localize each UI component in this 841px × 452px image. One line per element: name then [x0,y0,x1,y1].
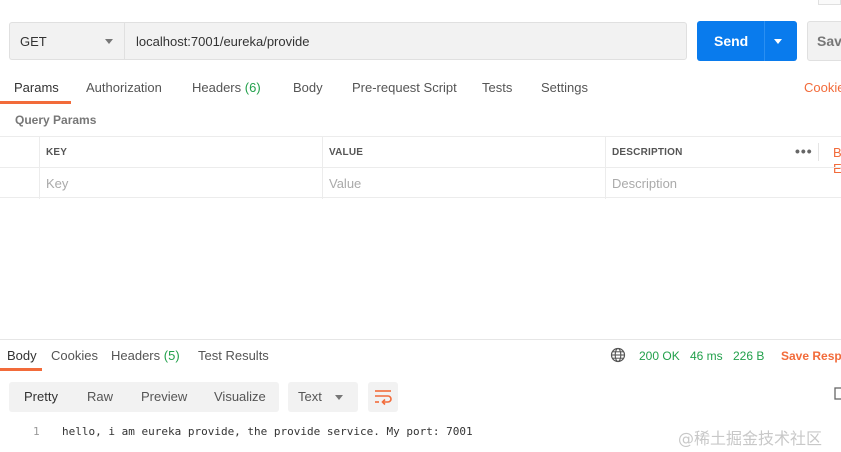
params-empty-row: Key Value Description [0,167,841,199]
chevron-down-icon [105,39,113,44]
response-size[interactable]: 226 B [733,345,764,367]
method-label: GET [20,33,47,49]
url-input[interactable] [124,22,687,60]
format-pretty-button[interactable]: Pretty [24,382,58,412]
cookies-link[interactable]: Cookies [804,76,841,100]
format-preview-button[interactable]: Preview [141,382,187,412]
tab-edge [818,0,841,5]
response-time[interactable]: 46 ms [690,345,723,367]
response-active-tab-indicator [0,368,42,371]
headers-count: (6) [244,80,261,95]
line-number: 1 [33,425,40,438]
response-headers-count: (5) [163,348,180,363]
response-tab-headers[interactable]: Headers (5) [111,345,180,367]
top-strip [0,0,841,8]
globe-icon[interactable] [610,347,626,363]
tab-body[interactable]: Body [293,76,323,104]
code-line: 1 hello, i am eureka provide, the provid… [0,423,680,441]
request-tabs: Params Authorization Headers (6) Body Pr… [0,76,841,104]
params-table: KEY VALUE DESCRIPTION ••• Bulk Edit Key … [0,136,841,199]
language-label: Text [298,389,322,404]
query-params-title: Query Params [15,113,97,127]
language-select[interactable]: Text [288,382,358,412]
format-toggle-group: Pretty Raw Preview Visualize [9,382,279,412]
save-button[interactable]: Save [807,21,841,61]
send-divider [764,21,765,61]
key-input[interactable]: Key [39,168,322,199]
response-tab-test-results[interactable]: Test Results [198,345,269,367]
copy-icon[interactable] [834,387,841,401]
description-input[interactable]: Description [605,168,841,199]
send-options-chevron-icon[interactable] [774,39,782,44]
send-button[interactable]: Send [697,21,797,61]
wrap-lines-button[interactable] [368,382,398,412]
response-tab-body[interactable]: Body [7,345,37,367]
value-input[interactable]: Value [322,168,605,199]
tab-headers[interactable]: Headers (6) [192,76,261,104]
value-column-header: VALUE [322,137,605,168]
active-tab-indicator [0,101,71,104]
tab-params[interactable]: Params [14,76,59,104]
tab-authorization[interactable]: Authorization [86,76,162,104]
response-tab-cookies[interactable]: Cookies [51,345,98,367]
params-header-row: KEY VALUE DESCRIPTION ••• Bulk Edit [0,136,841,176]
status-code[interactable]: 200 OK [639,345,680,367]
key-column-header: KEY [39,137,322,168]
chevron-down-icon [335,395,343,400]
tab-settings[interactable]: Settings [541,76,588,104]
column-divider [818,143,819,161]
wrap-lines-icon [375,390,392,406]
row-checkbox-cell [0,168,39,199]
save-label: Save [817,33,841,49]
tab-pre-request-script[interactable]: Pre-request Script [352,76,457,104]
tab-tests[interactable]: Tests [482,76,512,104]
format-visualize-button[interactable]: Visualize [214,382,266,412]
send-label: Send [714,33,749,49]
save-response-button[interactable]: Save Response [781,345,841,367]
format-raw-button[interactable]: Raw [87,382,113,412]
watermark: @稀土掘金技术社区 [678,429,823,448]
more-options-icon[interactable]: ••• [795,144,813,158]
checkbox-column-header [0,137,39,168]
response-divider [0,339,841,340]
method-select[interactable]: GET [9,22,125,60]
line-text: hello, i am eureka provide, the provide … [62,425,473,438]
